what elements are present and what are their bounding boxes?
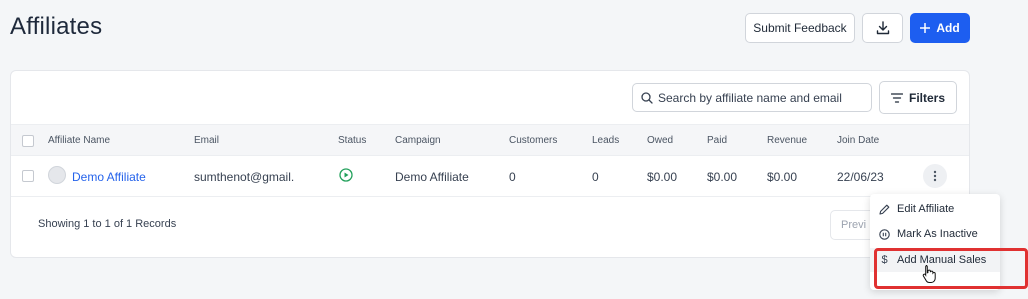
column-header[interactable]: Join Date bbox=[837, 135, 879, 146]
affiliate-join-date: 22/06/23 bbox=[837, 170, 884, 184]
affiliate-revenue: $0.00 bbox=[767, 170, 798, 184]
filter-icon bbox=[890, 92, 903, 103]
submit-feedback-button[interactable]: Submit Feedback bbox=[745, 13, 855, 43]
records-summary: Showing 1 to 1 of 1 Records bbox=[38, 218, 177, 230]
menu-item-mark-inactive[interactable]: Mark As Inactive bbox=[870, 222, 1000, 246]
row-actions-button[interactable] bbox=[923, 164, 947, 188]
submit-feedback-label: Submit Feedback bbox=[753, 21, 847, 35]
filters-label: Filters bbox=[908, 90, 945, 105]
previous-page-label: Previ bbox=[841, 219, 867, 231]
affiliate-name-link[interactable]: Demo Affiliate bbox=[72, 170, 146, 184]
column-header[interactable]: Leads bbox=[592, 135, 619, 146]
menu-item-label: Edit Affiliate bbox=[897, 203, 955, 215]
affiliate-owed: $0.00 bbox=[647, 170, 678, 184]
column-header[interactable]: Affiliate Name bbox=[48, 135, 110, 146]
search-icon bbox=[641, 91, 653, 104]
affiliate-leads: 0 bbox=[592, 170, 599, 184]
avatar bbox=[48, 166, 66, 184]
column-header[interactable]: Owed bbox=[647, 135, 673, 146]
more-vertical-icon bbox=[933, 170, 937, 182]
affiliate-email: sumthenot@gmail. bbox=[194, 170, 295, 184]
plus-icon bbox=[920, 23, 931, 33]
add-button[interactable]: Add bbox=[910, 13, 970, 43]
highlight-box bbox=[874, 248, 1028, 289]
column-header[interactable]: Status bbox=[338, 135, 366, 146]
table-row: Demo Affiliate sumthenot@gmail. Demo Aff… bbox=[11, 156, 969, 197]
menu-item-label: Mark As Inactive bbox=[897, 228, 978, 240]
pencil-icon bbox=[879, 204, 890, 215]
column-header[interactable]: Campaign bbox=[395, 135, 441, 146]
hand-cursor-icon bbox=[922, 265, 936, 283]
select-all-checkbox[interactable] bbox=[22, 135, 34, 147]
table-header: Affiliate Name Email Status Campaign Cus… bbox=[11, 124, 969, 156]
pause-circle-icon bbox=[879, 228, 890, 240]
download-button[interactable] bbox=[862, 13, 903, 43]
download-icon bbox=[876, 21, 889, 35]
menu-item-edit-affiliate[interactable]: Edit Affiliate bbox=[870, 197, 1000, 221]
filters-button[interactable]: Filters bbox=[879, 81, 957, 114]
status-active-icon bbox=[339, 168, 353, 187]
affiliate-customers: 0 bbox=[509, 170, 516, 184]
affiliate-campaign: Demo Affiliate bbox=[395, 170, 469, 184]
affiliates-card: Search by affiliate name and email Filte… bbox=[10, 70, 970, 258]
search-input[interactable]: Search by affiliate name and email bbox=[632, 83, 872, 112]
column-header[interactable]: Revenue bbox=[767, 135, 807, 146]
add-label: Add bbox=[936, 21, 960, 35]
column-header[interactable]: Customers bbox=[509, 135, 557, 146]
column-header[interactable]: Paid bbox=[707, 135, 727, 146]
search-placeholder: Search by affiliate name and email bbox=[658, 90, 842, 105]
affiliate-paid: $0.00 bbox=[707, 170, 738, 184]
page-title: Affiliates bbox=[10, 13, 103, 40]
row-checkbox[interactable] bbox=[22, 170, 34, 182]
column-header[interactable]: Email bbox=[194, 135, 219, 146]
